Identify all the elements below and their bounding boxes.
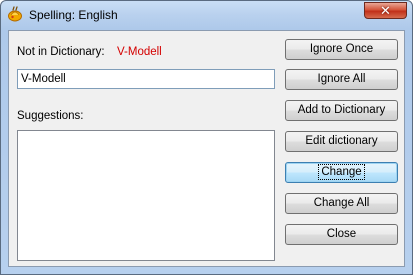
title-bar[interactable]: Spelling: English ✕ xyxy=(1,1,412,29)
close-window-button[interactable]: ✕ xyxy=(364,2,407,19)
misspelled-word: V-Modell xyxy=(117,46,162,58)
spelling-dialog: Spelling: English ✕ Not in Dictionary: V… xyxy=(0,0,413,275)
dialog-body: Not in Dictionary: V-Modell Suggestions:… xyxy=(8,30,405,267)
close-button[interactable]: Close xyxy=(285,224,398,245)
edit-dictionary-button[interactable]: Edit dictionary xyxy=(285,131,398,152)
ignore-all-button[interactable]: Ignore All xyxy=(285,69,398,90)
add-to-dictionary-button[interactable]: Add to Dictionary xyxy=(285,100,398,121)
not-in-dictionary-label: Not in Dictionary: xyxy=(17,46,105,58)
change-all-button[interactable]: Change All xyxy=(285,193,398,214)
suggestions-list[interactable] xyxy=(17,130,275,261)
replacement-word-input[interactable] xyxy=(17,69,275,89)
window-title: Spelling: English xyxy=(29,8,118,22)
suggestions-label: Suggestions: xyxy=(17,110,84,122)
change-button[interactable]: Change xyxy=(285,162,398,183)
spelling-app-icon xyxy=(7,6,23,22)
ignore-once-button[interactable]: Ignore Once xyxy=(285,39,398,60)
close-icon: ✕ xyxy=(380,3,391,18)
change-button-label: Change xyxy=(318,164,365,180)
